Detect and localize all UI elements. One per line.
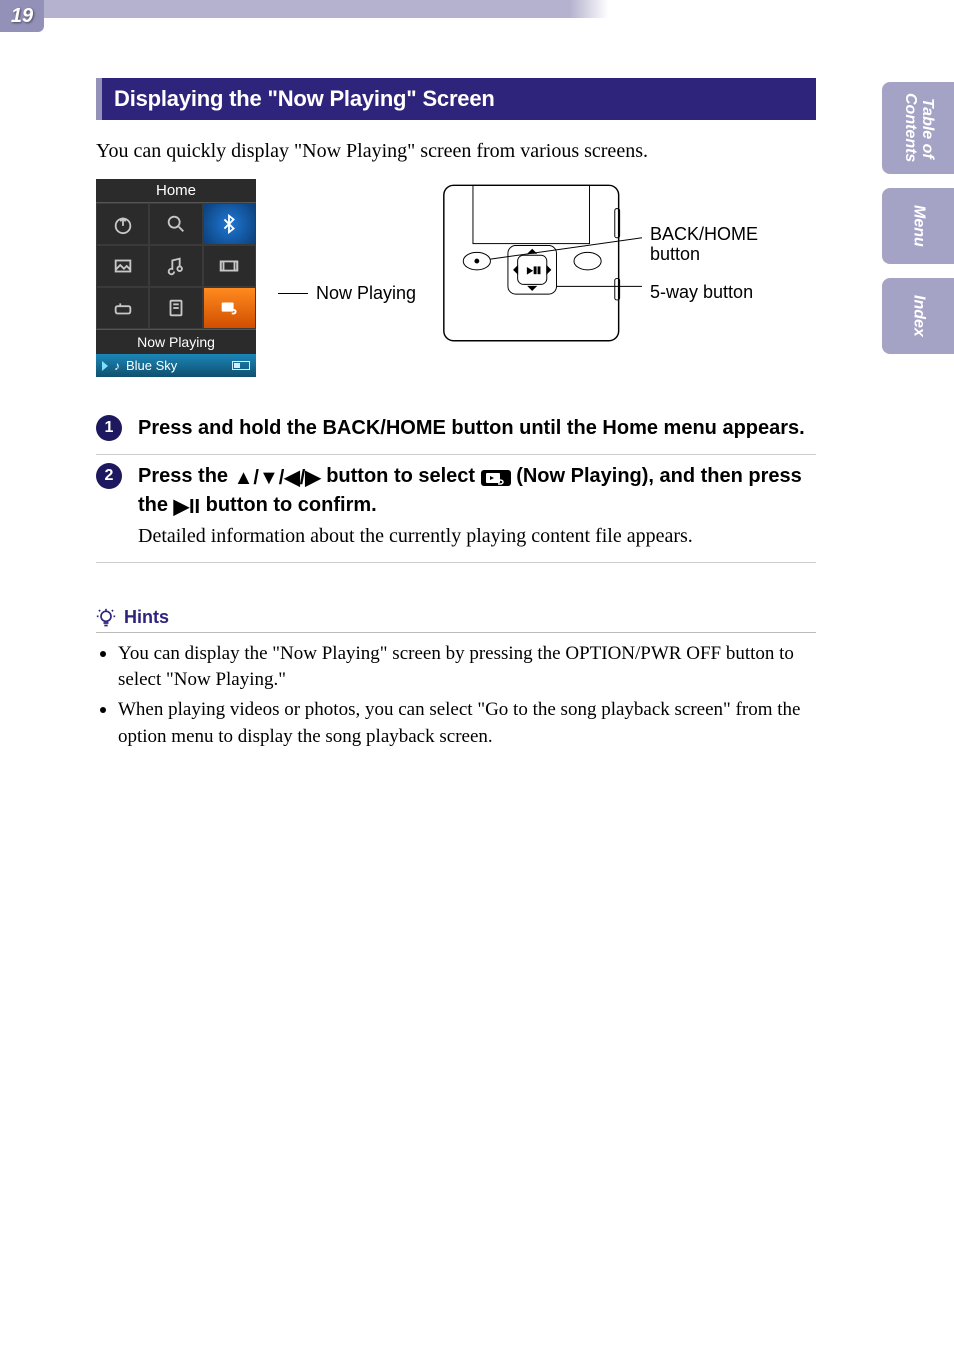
search-icon [149,203,202,245]
now-playing-glyph [481,470,511,486]
home-menu-screenshot: Home Now Playing ♪ Blue Sky [96,179,256,377]
home-title: Home [96,179,256,203]
page-number: 19 [11,5,33,28]
now-playing-icon [203,287,256,329]
step-1-title: Press and hold the BACK/HOME button unti… [138,415,816,442]
hint-item: When playing videos or photos, you can s… [96,697,816,749]
home-selected-label: Now Playing [96,329,256,354]
step-2-desc: Detailed information about the currently… [138,523,816,550]
device-diagram: BACK/HOMEbutton 5-way button [438,179,758,349]
page-top-accent-fade [570,0,954,18]
five-way-callout: 5-way button [650,283,758,303]
settings-icon [96,287,149,329]
song-title: Blue Sky [126,358,177,373]
side-tab-index-label: Index [910,283,927,349]
step-2-title: Press the ▲/▼/◀/▶ button to select (Now … [138,463,816,521]
side-nav: Table of Contents Menu Index [882,82,954,354]
section-heading: Displaying the "Now Playing" Screen [96,78,816,120]
home-now-playing-bar: ♪ Blue Sky [96,354,256,377]
photo-icon [96,245,149,287]
hint-item: You can display the "Now Playing" screen… [96,641,816,693]
music-icon [149,245,202,287]
battery-icon [232,361,250,370]
step-2-number: 2 [96,463,122,489]
hint-bulb-icon [96,608,116,628]
side-tab-menu[interactable]: Menu [882,188,954,264]
play-pause-glyph: ▶II [174,494,201,521]
dpad-arrows-glyph: ▲/▼/◀/▶ [234,465,321,492]
device-outline-svg [438,179,642,349]
leader-line [278,293,308,294]
share-icon [96,203,149,245]
side-tab-toc[interactable]: Table of Contents [882,82,954,174]
hints-label: Hints [124,607,169,628]
hints-section: Hints You can display the "Now Playing" … [96,607,816,750]
illustration-row: Home Now Playing ♪ Blue Sky [96,179,816,377]
side-tab-index[interactable]: Index [882,278,954,354]
now-playing-callout-label: Now Playing [316,283,416,304]
intro-text: You can quickly display "Now Playing" sc… [96,138,816,165]
back-home-callout: BACK/HOMEbutton [650,225,758,265]
step-2: 2 Press the ▲/▼/◀/▶ button to select (No… [96,454,816,562]
page-top-accent [0,0,570,18]
playlist-icon [149,287,202,329]
video-icon [203,245,256,287]
now-playing-callout: Now Playing [278,283,416,304]
steps-list: 1 Press and hold the BACK/HOME button un… [96,407,816,563]
bluetooth-icon [203,203,256,245]
page-number-box: 19 [0,0,44,32]
step-1-number: 1 [96,415,122,441]
note-icon: ♪ [114,359,120,373]
side-tab-menu-label: Menu [910,193,927,259]
step-1: 1 Press and hold the BACK/HOME button un… [96,407,816,454]
side-tab-toc-label: Table of Contents [901,81,935,174]
play-indicator-icon [102,361,108,371]
